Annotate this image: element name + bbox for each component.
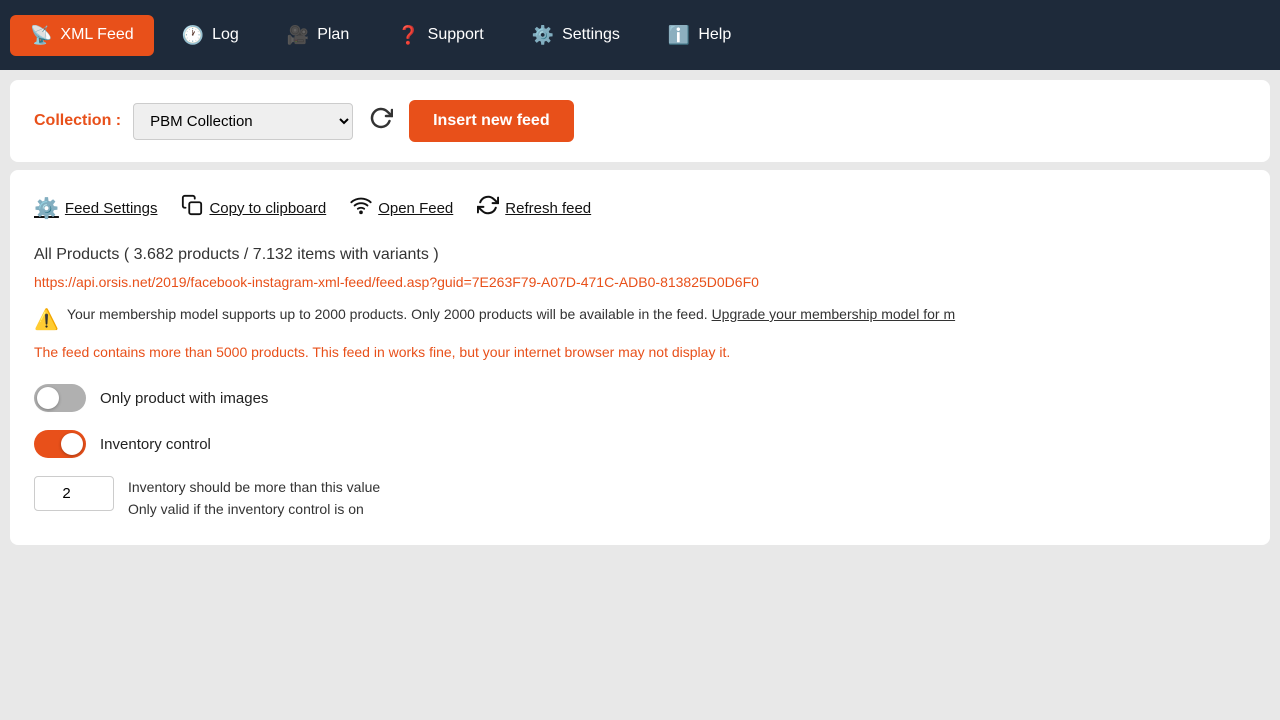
feed-panel: ⚙️ Feed Settings Copy to clipboard [10, 170, 1270, 545]
feed-toolbar: ⚙️ Feed Settings Copy to clipboard [34, 194, 1246, 222]
feed-settings-button[interactable]: ⚙️ Feed Settings [34, 196, 157, 221]
images-toggle-row: Only product with images [34, 384, 1246, 412]
inventory-toggle-knob [61, 433, 83, 455]
feed-open-icon [350, 194, 372, 222]
video-icon: 🎥 [287, 25, 309, 46]
history-icon: 🕐 [182, 25, 204, 46]
info-text: The feed contains more than 5000 product… [34, 344, 1246, 360]
collection-select[interactable]: PBM Collection All Products Featured [133, 103, 353, 140]
copy-clipboard-label: Copy to clipboard [209, 200, 326, 217]
insert-new-feed-button[interactable]: Insert new feed [409, 100, 573, 142]
refresh-feed-icon [477, 194, 499, 222]
collection-section: Collection : PBM Collection All Products… [10, 80, 1270, 162]
nav-label-help: Help [698, 26, 731, 44]
nav-label-plan: Plan [317, 26, 349, 44]
inventory-toggle[interactable] [34, 430, 86, 458]
refresh-icon [369, 106, 393, 130]
nav-item-support[interactable]: ❓ Support [377, 15, 503, 56]
images-toggle-knob [37, 387, 59, 409]
products-name: All Products [34, 246, 119, 263]
nav-item-log[interactable]: 🕐 Log [162, 15, 259, 56]
images-toggle[interactable] [34, 384, 86, 412]
nav-label-log: Log [212, 26, 239, 44]
nav-label-xml-feed: XML Feed [60, 26, 133, 44]
rss-icon: 📡 [30, 25, 52, 46]
nav-item-help[interactable]: ℹ️ Help [648, 15, 751, 56]
info-icon: ℹ️ [668, 25, 690, 46]
nav-item-xml-feed[interactable]: 📡 XML Feed [10, 15, 154, 56]
nav-item-settings[interactable]: ⚙️ Settings [512, 15, 640, 56]
nav-label-support: Support [428, 26, 484, 44]
collection-label: Collection : [34, 112, 121, 130]
inventory-value-input[interactable] [34, 476, 114, 511]
nav-label-settings: Settings [562, 26, 620, 44]
gear-icon: ⚙️ [532, 25, 554, 46]
navbar: 📡 XML Feed 🕐 Log 🎥 Plan ❓ Support ⚙️ Set… [0, 0, 1280, 70]
copy-clipboard-button[interactable]: Copy to clipboard [181, 194, 326, 222]
inventory-toggle-label: Inventory control [100, 436, 211, 453]
inventory-toggle-slider [34, 430, 86, 458]
open-feed-label: Open Feed [378, 200, 453, 217]
content-wrapper: Collection : PBM Collection All Products… [0, 70, 1280, 555]
settings-icon: ⚙️ [34, 196, 59, 221]
products-count: ( 3.682 products / 7.132 items with vari… [124, 246, 439, 263]
warning-text: Your membership model supports up to 200… [67, 306, 955, 322]
inventory-toggle-row: Inventory control [34, 430, 1246, 458]
refresh-feed-label: Refresh feed [505, 200, 591, 217]
refresh-collection-button[interactable] [365, 102, 397, 140]
feed-url-link[interactable]: https://api.orsis.net/2019/facebook-inst… [34, 274, 1246, 290]
clipboard-icon [181, 194, 203, 222]
refresh-feed-button[interactable]: Refresh feed [477, 194, 591, 222]
question-icon: ❓ [397, 25, 419, 46]
inventory-row: Inventory should be more than this value… [34, 476, 1246, 521]
inventory-description: Inventory should be more than this value… [128, 476, 380, 521]
warning-icon: ⚠️ [34, 307, 59, 332]
products-title: All Products ( 3.682 products / 7.132 it… [34, 246, 1246, 264]
images-toggle-label: Only product with images [100, 390, 268, 407]
upgrade-link[interactable]: Upgrade your membership model for m [712, 306, 956, 322]
feed-settings-label: Feed Settings [65, 200, 158, 217]
nav-item-plan[interactable]: 🎥 Plan [267, 15, 369, 56]
warning-row: ⚠️ Your membership model supports up to … [34, 306, 1246, 332]
open-feed-button[interactable]: Open Feed [350, 194, 453, 222]
images-toggle-slider [34, 384, 86, 412]
